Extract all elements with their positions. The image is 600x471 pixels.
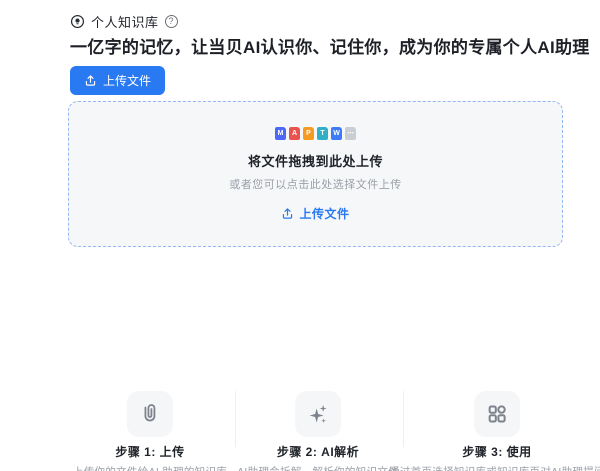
step-description: 上传你的文件给AI 助理的知识库 — [73, 464, 227, 471]
upload-icon — [281, 207, 294, 220]
knowledge-base-icon — [70, 14, 85, 29]
txt-file-icon: T — [317, 127, 328, 140]
supported-file-type-icons: M A P T W ⋯ — [275, 127, 356, 140]
step-upload: 步骤 1: 上传 上传你的文件给AI 助理的知识库 — [73, 391, 227, 471]
sparkles-icon — [306, 402, 330, 426]
hero-heading: 一亿字的记忆，让当贝AI认识你、记住你，成为你的专属个人AI助理 — [70, 33, 590, 58]
page-title: 个人知识库 — [91, 12, 159, 31]
word-file-icon: W — [331, 127, 342, 140]
page-header: 个人知识库 ? — [70, 12, 178, 31]
step-title: 步骤 3: 使用 — [389, 443, 600, 460]
personal-knowledge-base-page: 个人知识库 ? 一亿字的记忆，让当贝AI认识你、记住你，成为你的专属个人AI助理… — [0, 0, 600, 471]
step-divider — [235, 391, 236, 447]
help-icon[interactable]: ? — [165, 15, 178, 28]
upload-icon — [84, 74, 97, 87]
upload-file-button[interactable]: 上传文件 — [70, 66, 165, 95]
file-dropzone[interactable]: M A P T W ⋯ 将文件拖拽到此处上传 或者您可以点击此处选择文件上传 上… — [68, 101, 563, 247]
step-description: AI助理会拆解、解析你的知识文件 — [237, 464, 399, 471]
step-title: 步骤 1: 上传 — [73, 443, 227, 460]
apps-grid-icon — [485, 402, 509, 426]
markdown-file-icon: M — [275, 127, 286, 140]
step-ai-parse: 步骤 2: AI解析 AI助理会拆解、解析你的知识文件 — [237, 391, 399, 471]
paperclip-icon — [138, 402, 162, 426]
dropzone-main-text: 将文件拖拽到此处上传 — [248, 151, 383, 170]
ppt-file-icon: P — [303, 127, 314, 140]
more-file-types-icon: ⋯ — [345, 127, 356, 140]
step-description: 通过首页选择知识库或知识库页对AI助理提问 — [389, 464, 600, 471]
upload-file-link[interactable]: 上传文件 — [281, 205, 349, 222]
step-title: 步骤 2: AI解析 — [237, 443, 399, 460]
dropzone-sub-text: 或者您可以点击此处选择文件上传 — [229, 176, 402, 192]
pdf-file-icon: A — [289, 127, 300, 140]
step-use: 步骤 3: 使用 通过首页选择知识库或知识库页对AI助理提问 — [389, 391, 600, 471]
